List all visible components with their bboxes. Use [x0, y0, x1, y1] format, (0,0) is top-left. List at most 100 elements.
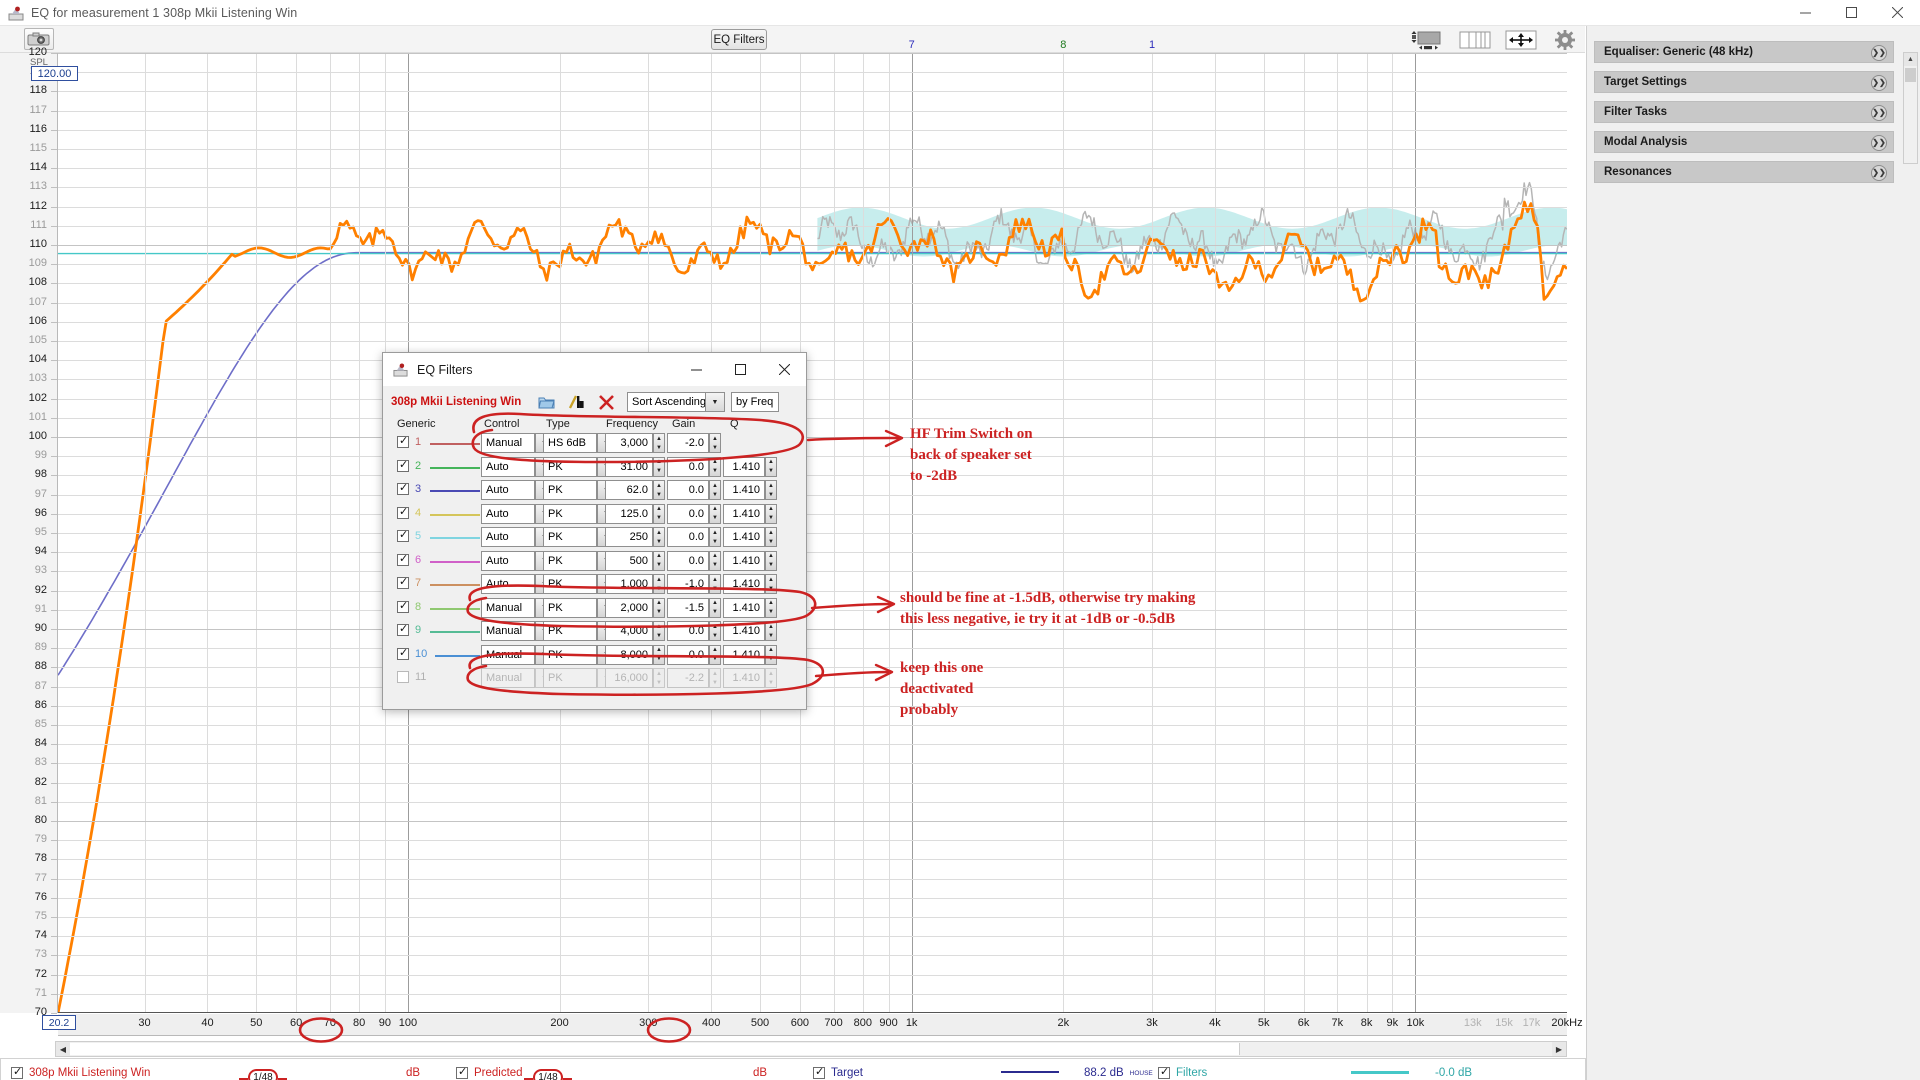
frequency-stepper[interactable]: ▲ ▼	[653, 503, 665, 524]
filter-frequency-input[interactable]: 16,000	[605, 668, 653, 688]
chevron-down-icon[interactable]: ▼	[705, 393, 724, 411]
eq-filter-row[interactable]: 11Manual▼PK▼16,000▲▼-2.2▲▼1.410▲▼	[383, 667, 808, 690]
filter-control-select[interactable]: Auto	[481, 480, 535, 500]
filter-type-select[interactable]: PK	[543, 456, 597, 477]
filter-q-input[interactable]: 1.410	[723, 574, 765, 594]
gain-stepper[interactable]: ▲ ▼	[709, 480, 721, 500]
close-icon[interactable]	[1874, 0, 1920, 26]
gain-stepper[interactable]: ▲ ▼	[709, 433, 721, 453]
gain-stepper[interactable]: ▲ ▼	[709, 621, 721, 641]
chevron-down-icon[interactable]: ❯❯	[1871, 105, 1887, 121]
frequency-stepper[interactable]: ▲ ▼	[653, 668, 665, 688]
gain-stepper[interactable]: ▲ ▼	[709, 527, 721, 547]
filter-enable-checkbox[interactable]	[397, 528, 409, 542]
filter-control-select[interactable]: Auto	[481, 527, 535, 547]
maximize-icon[interactable]	[718, 353, 762, 386]
q-stepper[interactable]: ▲ ▼	[765, 597, 777, 618]
legend-row-filters[interactable]: Filters	[1158, 1065, 1207, 1079]
filter-frequency-input[interactable]: 31.00	[605, 456, 653, 477]
q-stepper[interactable]: ▲ ▼	[765, 550, 777, 571]
filter-type-select[interactable]: PK	[543, 644, 597, 665]
filter-type-select[interactable]: PK	[543, 574, 597, 594]
filter-gain-input[interactable]: 0.0	[667, 503, 709, 524]
filter-enable-checkbox[interactable]	[397, 505, 409, 519]
gain-stepper[interactable]: ▲ ▼	[709, 503, 721, 524]
frequency-stepper[interactable]: ▲ ▼	[653, 621, 665, 641]
sidebar-item-modal-analysis[interactable]: Modal Analysis ❯❯	[1594, 131, 1894, 153]
folder-open-icon[interactable]	[531, 390, 561, 414]
smoothing-badge-measurement[interactable]: 1/48	[239, 1069, 287, 1080]
eq-filter-row[interactable]: 1Manual▼HS 6dB▼3,000▲▼-2.0▲▼	[383, 432, 808, 455]
filter-type-select[interactable]: PK	[543, 597, 597, 618]
scrollbar-thumb[interactable]	[70, 1043, 1240, 1055]
filter-q-input[interactable]: 1.410	[723, 480, 765, 500]
sidebar-item-target-settings[interactable]: Target Settings ❯❯	[1594, 71, 1894, 93]
gain-stepper[interactable]: ▲ ▼	[709, 597, 721, 618]
chevron-down-icon[interactable]: ❯❯	[1871, 165, 1887, 181]
filter-gain-input[interactable]: -2.2	[667, 668, 709, 688]
minimize-icon[interactable]	[674, 353, 718, 386]
filter-enable-checkbox[interactable]	[397, 599, 409, 613]
filter-q-input[interactable]: 1.410	[723, 644, 765, 665]
filter-control-select[interactable]: Manual	[481, 433, 535, 453]
eq-filter-row[interactable]: 6Auto▼PK▼500▲▼0.0▲▼1.410▲▼	[383, 550, 808, 573]
eq-filter-row[interactable]: 10Manual▼PK▼8,000▲▼0.0▲▼1.410▲▼	[383, 644, 808, 667]
filter-type-select[interactable]: PK	[543, 503, 597, 524]
filter-enable-checkbox[interactable]	[397, 458, 409, 472]
filter-type-select[interactable]: PK	[543, 621, 597, 641]
q-stepper[interactable]: ▲ ▼	[765, 668, 777, 688]
q-stepper[interactable]: ▲ ▼	[765, 621, 777, 641]
filter-gain-input[interactable]: 0.0	[667, 527, 709, 547]
legend-checkbox[interactable]	[11, 1065, 23, 1079]
filter-frequency-input[interactable]: 62.0	[605, 480, 653, 500]
scroll-left-arrow[interactable]: ◀	[56, 1042, 70, 1056]
frequency-stepper[interactable]: ▲ ▼	[653, 527, 665, 547]
filter-enable-checkbox[interactable]	[397, 646, 409, 660]
filter-gain-input[interactable]: 0.0	[667, 621, 709, 641]
smoothing-badge-predicted[interactable]: 1/48	[524, 1069, 572, 1080]
filter-control-select[interactable]: Manual	[481, 644, 535, 665]
filter-enable-checkbox[interactable]	[397, 575, 409, 589]
filter-gain-input[interactable]: 0.0	[667, 480, 709, 500]
clear-filters-icon[interactable]	[591, 390, 621, 414]
frequency-stepper[interactable]: ▲ ▼	[653, 597, 665, 618]
chevron-down-icon[interactable]: ❯❯	[1871, 75, 1887, 91]
legend-row-predicted[interactable]: Predicted	[456, 1065, 523, 1079]
q-stepper[interactable]: ▲ ▼	[765, 527, 777, 547]
minimize-icon[interactable]	[1782, 0, 1828, 26]
scroll-right-arrow[interactable]: ▶	[1552, 1042, 1566, 1056]
filter-marker[interactable]: 7	[909, 39, 915, 51]
filter-q-input[interactable]: 1.410	[723, 503, 765, 524]
filter-gain-input[interactable]: -1.5	[667, 597, 709, 618]
filter-frequency-input[interactable]: 4,000	[605, 621, 653, 641]
eq-filter-row[interactable]: 9Manual▼PK▼4,000▲▼0.0▲▼1.410▲▼	[383, 620, 808, 643]
filter-type-select[interactable]: HS 6dB	[543, 433, 597, 453]
filter-control-select[interactable]: Manual	[481, 668, 535, 688]
filter-q-input[interactable]: 1.410	[723, 668, 765, 688]
sidebar-scrollbar[interactable]: ▲	[1903, 52, 1918, 164]
filter-type-select[interactable]: PK	[543, 550, 597, 571]
sort-order-select[interactable]: Sort Ascending ▼	[627, 392, 725, 412]
filter-frequency-input[interactable]: 8,000	[605, 644, 653, 665]
maximize-icon[interactable]	[1828, 0, 1874, 26]
legend-row-measurement[interactable]: 308p Mkii Listening Win	[11, 1065, 150, 1079]
eq-filter-row[interactable]: 8Manual▼PK▼2,000▲▼-1.5▲▼1.410▲▼	[383, 597, 808, 620]
filter-q-input[interactable]: 1.410	[723, 527, 765, 547]
close-icon[interactable]	[762, 353, 806, 386]
sidebar-item-filter-tasks[interactable]: Filter Tasks ❯❯	[1594, 101, 1894, 123]
chevron-down-icon[interactable]: ❯❯	[1871, 135, 1887, 151]
filter-gain-input[interactable]: 0.0	[667, 456, 709, 477]
spl-plot[interactable]	[58, 53, 1567, 1013]
filter-gain-input[interactable]: 0.0	[667, 550, 709, 571]
eq-filter-row[interactable]: 3Auto▼PK▼62.0▲▼0.0▲▼1.410▲▼	[383, 479, 808, 502]
filter-control-select[interactable]: Auto	[481, 550, 535, 571]
legend-checkbox[interactable]	[456, 1065, 468, 1079]
filter-gain-input[interactable]: -2.0	[667, 433, 709, 453]
q-stepper[interactable]: ▲ ▼	[765, 480, 777, 500]
gain-stepper[interactable]: ▲ ▼	[709, 574, 721, 594]
y-axis-max-value[interactable]: 120.00	[31, 66, 78, 81]
eq-filters-dialog[interactable]: EQ Filters 308p Mkii Listening Win Sort …	[382, 352, 807, 710]
filter-gain-input[interactable]: 0.0	[667, 644, 709, 665]
eq-filter-row[interactable]: 4Auto▼PK▼125.0▲▼0.0▲▼1.410▲▼	[383, 503, 808, 526]
filter-control-select[interactable]: Auto	[481, 456, 535, 477]
